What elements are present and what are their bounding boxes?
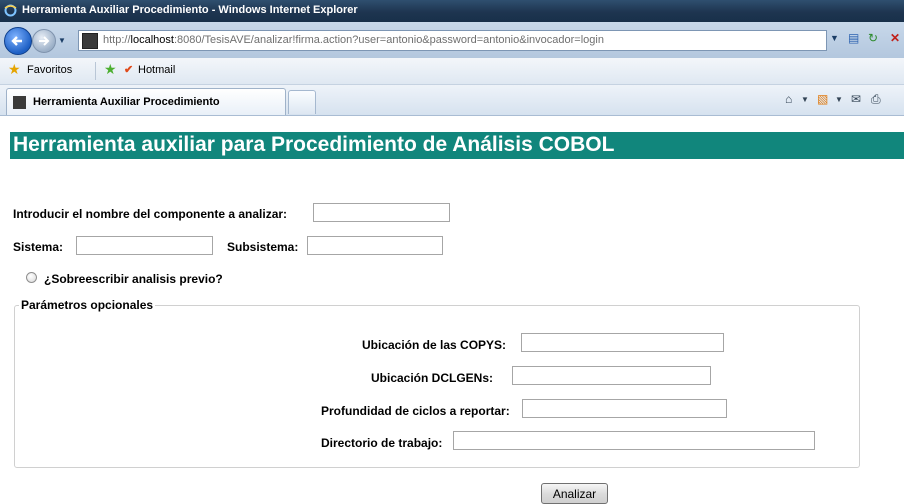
forward-arrow-icon xyxy=(39,36,50,46)
command-bar: ⌂ ▼ ▧ ▼ ✉ ⎙ xyxy=(785,91,904,111)
hotmail-logo-icon: ✔ xyxy=(124,64,134,76)
sobreescribir-radio[interactable] xyxy=(26,272,37,283)
home-icon[interactable]: ⌂ xyxy=(785,92,792,106)
profundidad-label: Profundidad de ciclos a reportar: xyxy=(321,404,510,418)
subsistema-label: Subsistema: xyxy=(227,240,299,254)
compatibility-view-icon[interactable]: ▤ xyxy=(848,31,859,45)
hotmail-link[interactable]: Hotmail xyxy=(138,64,175,76)
new-tab-button[interactable] xyxy=(288,90,316,114)
address-toolbar: ▼ http://localhost:8080/TesisAVE/analiza… xyxy=(0,22,904,58)
dclgens-label: Ubicación DCLGENs: xyxy=(371,371,494,385)
analizar-button[interactable]: Analizar xyxy=(541,483,608,504)
site-favicon xyxy=(82,33,98,49)
tab-bar: Herramienta Auxiliar Procedimiento ⌂ ▼ ▧… xyxy=(0,85,904,116)
address-url: http://localhost:8080/TesisAVE/analizar!… xyxy=(103,34,604,46)
favorites-separator xyxy=(95,62,96,80)
feeds-dropdown-icon[interactable]: ▼ xyxy=(835,95,843,104)
favorites-bar: ★ Favoritos ★ ✔ Hotmail xyxy=(0,58,904,85)
tab-herramienta[interactable]: Herramienta Auxiliar Procedimiento xyxy=(6,88,286,115)
read-mail-icon[interactable]: ✉ xyxy=(851,92,861,106)
sistema-label: Sistema: xyxy=(13,240,64,254)
profundidad-input[interactable] xyxy=(522,399,727,418)
subsistema-input[interactable] xyxy=(307,236,443,255)
recent-pages-dropdown-icon[interactable]: ▼ xyxy=(58,36,66,45)
back-button[interactable] xyxy=(4,27,32,55)
copys-input[interactable] xyxy=(521,333,724,352)
favorites-button[interactable]: Favoritos xyxy=(27,64,72,76)
home-dropdown-icon[interactable]: ▼ xyxy=(801,95,809,104)
window-title: Herramienta Auxiliar Procedimiento - Win… xyxy=(22,4,358,16)
address-input[interactable]: http://localhost:8080/TesisAVE/analizar!… xyxy=(78,30,827,51)
copys-label: Ubicación de las COPYS: xyxy=(362,338,507,352)
back-arrow-icon xyxy=(11,36,22,46)
favorites-star-icon: ★ xyxy=(8,61,21,77)
tab-label: Herramienta Auxiliar Procedimiento xyxy=(33,96,220,108)
sistema-input[interactable] xyxy=(76,236,213,255)
directorio-label: Directorio de trabajo: xyxy=(321,436,443,450)
componente-label: Introducir el nombre del componente a an… xyxy=(13,207,288,221)
feeds-icon[interactable]: ▧ xyxy=(817,92,828,106)
print-icon[interactable]: ⎙ xyxy=(871,92,881,107)
componente-input[interactable] xyxy=(313,203,450,222)
forward-button[interactable] xyxy=(32,29,56,53)
stop-icon[interactable]: ✕ xyxy=(890,31,900,45)
refresh-icon[interactable]: ↻ xyxy=(868,31,878,45)
address-host: localhost xyxy=(130,34,174,46)
tab-favicon xyxy=(13,96,26,109)
dclgens-input[interactable] xyxy=(512,366,711,385)
ie-logo-icon xyxy=(4,4,17,17)
address-dropdown-icon[interactable]: ▼ xyxy=(830,33,839,43)
address-actions: ▼ ▤ ↻ ✕ xyxy=(828,30,904,49)
add-favorite-icon[interactable]: ★ xyxy=(104,61,117,78)
directorio-input[interactable] xyxy=(453,431,815,450)
window-title-bar: Herramienta Auxiliar Procedimiento - Win… xyxy=(0,0,904,22)
sobreescribir-label: ¿Sobreescribir analisis previo? xyxy=(44,272,223,286)
optional-params-legend: Parámetros opcionales xyxy=(21,298,154,312)
page-title: Herramienta auxiliar para Procedimiento … xyxy=(10,132,904,159)
